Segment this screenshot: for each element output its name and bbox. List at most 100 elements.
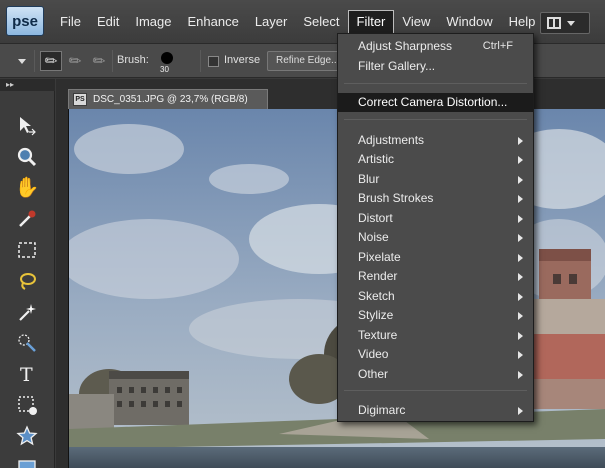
filter-menu-dropdown: Adjust Sharpness Ctrl+F Filter Gallery..… (337, 33, 534, 422)
menu-window[interactable]: Window (438, 8, 500, 36)
magic-wand-tool[interactable] (10, 297, 44, 327)
submenu-arrow-icon (518, 407, 523, 415)
menu-item-texture[interactable]: Texture (338, 326, 533, 345)
divider (34, 50, 35, 72)
toolbox-collapse-handle[interactable]: ▸▸ (0, 79, 55, 91)
document-title: DSC_0351.JPG @ 23,7% (RGB/8) (93, 94, 248, 105)
menu-item-label: Noise (358, 230, 389, 244)
menu-item-label: Stylize (358, 308, 394, 322)
shortcut-label: Ctrl+F (482, 40, 513, 52)
inverse-label: Inverse (224, 54, 261, 66)
menu-file[interactable]: File (52, 8, 89, 36)
type-tool[interactable]: T (10, 359, 44, 389)
workspace-button[interactable] (540, 12, 590, 34)
menu-item-filter-gallery[interactable]: Filter Gallery... (338, 57, 533, 76)
selection-brush-button[interactable]: ✎ (40, 50, 62, 72)
menu-item-artistic[interactable]: Artistic (338, 150, 533, 169)
magic-wand-icon (19, 304, 36, 321)
brush-variant-button[interactable]: ✎ (88, 50, 110, 72)
menu-view[interactable]: View (394, 8, 438, 36)
document-tab[interactable]: PS DSC_0351.JPG @ 23,7% (RGB/8) (68, 89, 268, 109)
menu-item-label: Correct Camera Distortion... (358, 95, 508, 109)
menu-item-adjust-sharpness[interactable]: Adjust Sharpness Ctrl+F (338, 37, 533, 56)
brush-variant-button[interactable]: ✎ (64, 50, 86, 72)
recompose-icon (18, 396, 37, 415)
submenu-arrow-icon (518, 371, 523, 379)
menu-separator (344, 119, 527, 120)
move-tool[interactable] (10, 111, 44, 141)
menu-select[interactable]: Select (295, 8, 347, 36)
menu-item-label: Adjustments (358, 133, 425, 147)
marquee-tool[interactable] (10, 235, 44, 265)
eyedropper-icon (19, 210, 36, 227)
menu-image[interactable]: Image (127, 8, 179, 36)
submenu-arrow-icon (518, 293, 523, 301)
chevron-down-icon (567, 20, 575, 26)
zoom-tool[interactable] (10, 142, 44, 172)
eyedropper-tool[interactable] (10, 204, 44, 234)
menu-item-label: Blur (358, 172, 380, 186)
menu-item-correct-camera-distortion[interactable]: Correct Camera Distortion... (338, 93, 533, 112)
display-icon (18, 459, 36, 468)
submenu-arrow-icon (518, 234, 523, 242)
crop-tool[interactable] (10, 390, 44, 420)
brush-icon: ✎ (65, 50, 86, 72)
menu-item-label: Distort (358, 211, 393, 225)
workspace-grid-icon (547, 17, 561, 29)
menu-item-blur[interactable]: Blur (338, 170, 533, 189)
svg-text:T: T (20, 364, 33, 385)
brush-icon: ✎ (89, 50, 110, 72)
redeye-tool[interactable] (10, 451, 44, 468)
menu-item-label: Render (358, 269, 398, 283)
submenu-arrow-icon (518, 215, 523, 223)
magnifier-icon (17, 147, 37, 167)
hand-icon: ✋ (14, 177, 40, 199)
menu-item-noise[interactable]: Noise (338, 228, 533, 247)
menu-help[interactable]: Help (501, 8, 544, 36)
hand-tool[interactable]: ✋ (10, 173, 44, 203)
menu-item-sketch[interactable]: Sketch (338, 287, 533, 306)
menu-item-brush-strokes[interactable]: Brush Strokes (338, 189, 533, 208)
menu-item-adjustments[interactable]: Adjustments (338, 131, 533, 150)
inverse-checkbox[interactable] (208, 56, 219, 67)
shape-tool[interactable] (10, 421, 44, 451)
menu-item-stylize[interactable]: Stylize (338, 306, 533, 325)
menu-item-other[interactable]: Other (338, 365, 533, 384)
lasso-tool[interactable] (10, 266, 44, 296)
submenu-arrow-icon (518, 195, 523, 203)
refine-edge-button[interactable]: Refine Edge... (267, 51, 341, 71)
menu-separator (344, 390, 527, 391)
menu-layer[interactable]: Layer (247, 8, 296, 36)
submenu-arrow-icon (518, 273, 523, 281)
menu-item-pixelate[interactable]: Pixelate (338, 248, 533, 267)
submenu-arrow-icon (518, 176, 523, 184)
menu-enhance[interactable]: Enhance (180, 8, 247, 36)
menu-item-label: Texture (358, 328, 398, 342)
brush-preview[interactable] (161, 52, 173, 64)
menu-item-render[interactable]: Render (338, 267, 533, 286)
menu-item-label: Sketch (358, 289, 395, 303)
document-icon: PS (73, 93, 87, 106)
menu-filter[interactable]: Filter (347, 10, 395, 34)
submenu-arrow-icon (518, 254, 523, 262)
divider (200, 50, 201, 72)
menu-item-digimarc[interactable]: Digimarc (338, 401, 533, 420)
menu-item-label: Adjust Sharpness (358, 39, 453, 53)
star-shape-icon (16, 425, 38, 446)
brush-icon: ✎ (41, 50, 62, 72)
menu-item-label: Artistic (358, 152, 394, 166)
submenu-arrow-icon (518, 351, 523, 359)
submenu-arrow-icon (518, 156, 523, 164)
toolbox: ▸▸ ✋ T (0, 79, 55, 468)
menu-item-distort[interactable]: Distort (338, 209, 533, 228)
menu-item-label: Brush Strokes (358, 191, 434, 205)
menu-item-label: Other (358, 367, 389, 381)
menu-item-video[interactable]: Video (338, 345, 533, 364)
tool-preset-chevron-icon[interactable] (18, 59, 26, 64)
lasso-icon (20, 273, 36, 290)
menu-edit[interactable]: Edit (89, 8, 127, 36)
menu-item-label: Pixelate (358, 250, 401, 264)
submenu-arrow-icon (518, 332, 523, 340)
quick-selection-tool[interactable] (10, 328, 44, 358)
menu-item-label: Digimarc (358, 403, 406, 417)
